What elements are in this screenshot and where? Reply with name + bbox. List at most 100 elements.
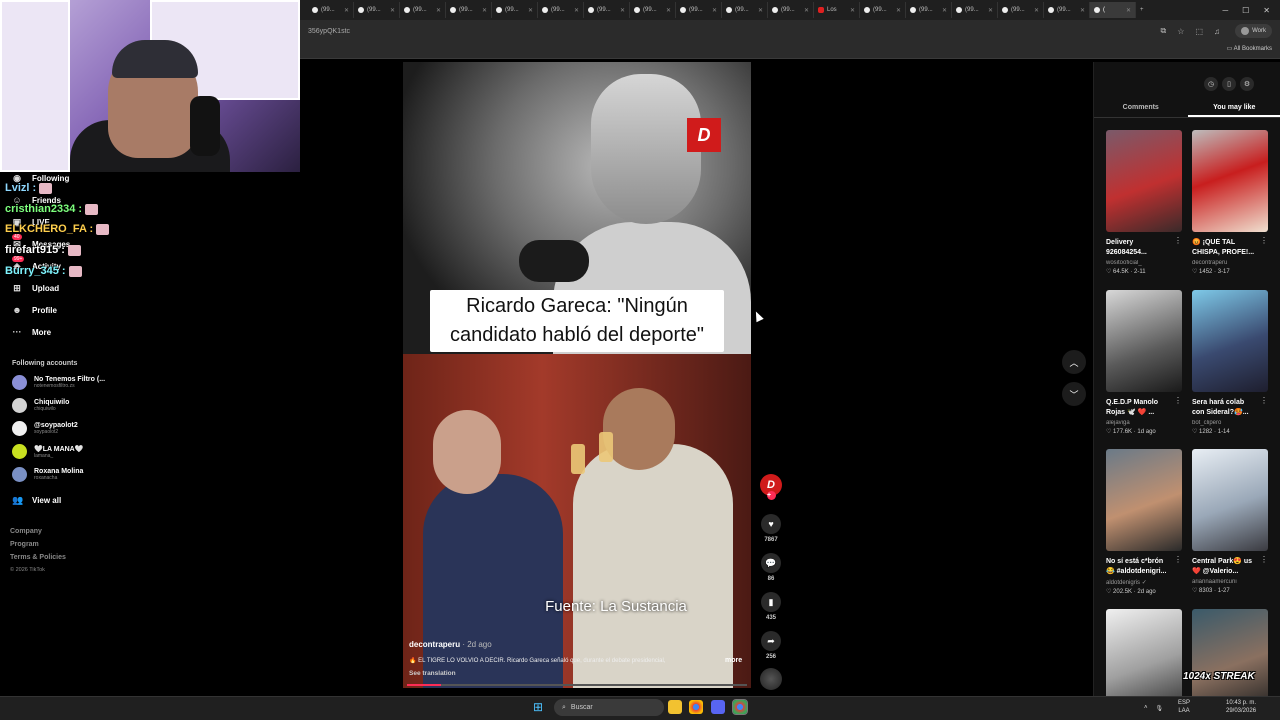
url-text[interactable]: 356ypQK1stc — [308, 28, 350, 35]
minimize-icon[interactable]: ─ — [1222, 6, 1228, 15]
recommended-video-card[interactable]: No sí está c*brón 😂 #aldotdenigri... aldot… — [1106, 449, 1182, 595]
browser-tab[interactable]: (99... ✕ — [722, 2, 768, 18]
creator-avatar[interactable]: D + — [760, 474, 782, 500]
extensions-icon[interactable]: ⬚ — [1195, 27, 1203, 36]
close-tab-icon[interactable]: ✕ — [758, 7, 763, 14]
language-indicator[interactable]: ESP LAA — [1178, 699, 1190, 715]
browser-tab[interactable]: (99... ✕ — [860, 2, 906, 18]
cast-icon[interactable]: ⧉ — [1161, 26, 1167, 36]
video-thumbnail[interactable] — [1192, 130, 1268, 232]
browser-tab[interactable]: (99... ✕ — [308, 2, 354, 18]
sidebar-item-upload[interactable]: ⊞ Upload — [12, 283, 59, 294]
close-tab-icon[interactable]: ✕ — [620, 7, 625, 14]
like-button[interactable]: ♥ 7867 — [760, 514, 782, 543]
video-author-name[interactable]: decontraperu — [409, 640, 460, 649]
discord-icon[interactable] — [711, 700, 725, 714]
previous-video-button[interactable]: ︿ — [1062, 350, 1086, 374]
chrome-icon[interactable] — [689, 700, 703, 714]
recommended-video-card[interactable]: Q.E.D.P Manolo Rojas 🕊️ ❤️ ... alejaviga ♡ … — [1106, 290, 1182, 435]
video-author[interactable]: decontraperu · 2d ago — [409, 640, 492, 649]
video-thumbnail[interactable] — [1106, 449, 1182, 551]
close-tab-icon[interactable]: ✕ — [666, 7, 671, 14]
settings-icon[interactable]: ⚙ — [1240, 77, 1254, 91]
browser-tab[interactable]: (99... ✕ — [400, 2, 446, 18]
close-tab-icon[interactable]: ✕ — [712, 7, 717, 14]
browser-tab[interactable]: (99... ✕ — [676, 2, 722, 18]
sidebar-item-more[interactable]: ··· More — [12, 327, 52, 337]
card-menu-icon[interactable]: ⋮ — [1260, 396, 1268, 405]
following-account[interactable]: No Tenemos Filtro (... notenemosfiltro.zs — [12, 375, 105, 390]
browser-tab[interactable]: Los ✕ — [814, 2, 860, 18]
tab-comments[interactable]: Comments — [1094, 100, 1188, 117]
close-tab-icon[interactable]: ✕ — [1034, 7, 1039, 14]
comment-button[interactable]: 💬 86 — [760, 553, 782, 582]
view-all-link[interactable]: 👥 View all — [12, 495, 61, 506]
close-tab-icon[interactable]: ✕ — [344, 7, 349, 14]
card-author[interactable]: aldotdenigris ✓ — [1106, 579, 1182, 586]
file-explorer-icon[interactable] — [668, 700, 682, 714]
video-thumbnail[interactable] — [1106, 290, 1182, 392]
browser-tab[interactable]: (99... ✕ — [998, 2, 1044, 18]
music-disc-icon[interactable] — [760, 668, 782, 690]
history-icon[interactable]: ◷ — [1204, 77, 1218, 91]
close-tab-icon[interactable]: ✕ — [988, 7, 993, 14]
close-tab-icon[interactable]: ✕ — [390, 7, 395, 14]
browser-tab[interactable]: (99... ✕ — [584, 2, 630, 18]
video-progress-bar[interactable] — [407, 684, 747, 686]
more-link[interactable]: more — [725, 657, 742, 664]
address-bar[interactable]: 356ypQK1stc — [300, 20, 1280, 42]
following-account[interactable]: 🤍LA MANA🤍 lamana_ — [12, 444, 83, 459]
card-menu-icon[interactable]: ⋮ — [1174, 555, 1182, 564]
video-thumbnail[interactable] — [1192, 449, 1268, 551]
card-menu-icon[interactable]: ⋮ — [1174, 236, 1182, 245]
follow-plus-icon[interactable]: + — [767, 491, 776, 500]
media-icon[interactable]: ♫ — [1214, 27, 1220, 36]
windows-start-icon[interactable]: ⊞ — [533, 700, 543, 714]
all-bookmarks-button[interactable]: ▭ All Bookmarks — [1227, 45, 1272, 52]
browser-tab[interactable]: (99... ✕ — [446, 2, 492, 18]
tray-chevron-icon[interactable]: ˄ — [1144, 705, 1148, 711]
footer-link[interactable]: Program — [10, 541, 39, 548]
footer-link[interactable]: Company — [10, 528, 42, 535]
browser-tab[interactable]: (99... ✕ — [768, 2, 814, 18]
card-menu-icon[interactable]: ⋮ — [1174, 396, 1182, 405]
new-tab-button[interactable]: + — [1136, 2, 1152, 18]
recommended-video-card[interactable]: Central Park😍 us ❤️ @Valerio... ariannaame… — [1192, 449, 1268, 594]
tab-you-may-like[interactable]: You may like — [1187, 100, 1280, 117]
following-account[interactable]: Chiquiwilo chiquiwilo — [12, 398, 69, 413]
taskbar-search[interactable]: ⌕ Buscar — [554, 699, 664, 716]
chrome-work-icon[interactable] — [732, 699, 748, 715]
recommended-video-card[interactable]: Delivery 926084254... wositooficial_ ♡ 64.5… — [1106, 130, 1182, 275]
see-translation-link[interactable]: See translation — [409, 670, 456, 677]
following-account[interactable]: @soypaolot2 soypaolot2 — [12, 421, 78, 436]
card-author[interactable]: alejaviga — [1106, 420, 1182, 426]
following-account[interactable]: Roxana Molina roxanacha — [12, 467, 83, 482]
video-thumbnail[interactable] — [1106, 130, 1182, 232]
card-author[interactable]: ariannaamercurii — [1192, 579, 1268, 585]
save-button[interactable]: ▮ 435 — [760, 592, 782, 621]
close-tab-icon[interactable]: ✕ — [574, 7, 579, 14]
clock[interactable]: 10:43 p. m. 29/03/2026 — [1226, 699, 1256, 715]
close-window-icon[interactable]: ✕ — [1263, 6, 1270, 15]
browser-tab[interactable]: (99... ✕ — [952, 2, 998, 18]
card-menu-icon[interactable]: ⋮ — [1260, 236, 1268, 245]
bookmark-star-icon[interactable]: ☆ — [1177, 27, 1184, 36]
share-button[interactable]: ➦ 256 — [760, 631, 782, 660]
close-tab-icon[interactable]: ✕ — [804, 7, 809, 14]
profile-button[interactable]: Work — [1235, 24, 1272, 38]
card-author[interactable]: bot_clipero — [1192, 420, 1268, 426]
recommended-video-card[interactable]: Sera hará colab con Sideral?🥵... bot_clipe… — [1192, 290, 1268, 435]
browser-tab[interactable]: (99... ✕ — [906, 2, 952, 18]
browser-tab[interactable]: (99... ✕ — [630, 2, 676, 18]
card-menu-icon[interactable]: ⋮ — [1260, 555, 1268, 564]
close-tab-icon[interactable]: ✕ — [436, 7, 441, 14]
footer-link[interactable]: Terms & Policies — [10, 554, 66, 561]
browser-tab[interactable]: (99... ✕ — [538, 2, 584, 18]
browser-tab[interactable]: (99... ✕ — [1044, 2, 1090, 18]
sidebar-item-profile[interactable]: ☻ Profile — [12, 305, 57, 315]
close-tab-icon[interactable]: ✕ — [942, 7, 947, 14]
close-tab-icon[interactable]: ✕ — [1080, 7, 1085, 14]
browser-tab[interactable]: (✕ — [1090, 2, 1136, 18]
video-thumbnail[interactable] — [1192, 290, 1268, 392]
microphone-icon[interactable]: 🎙 — [1156, 705, 1164, 712]
